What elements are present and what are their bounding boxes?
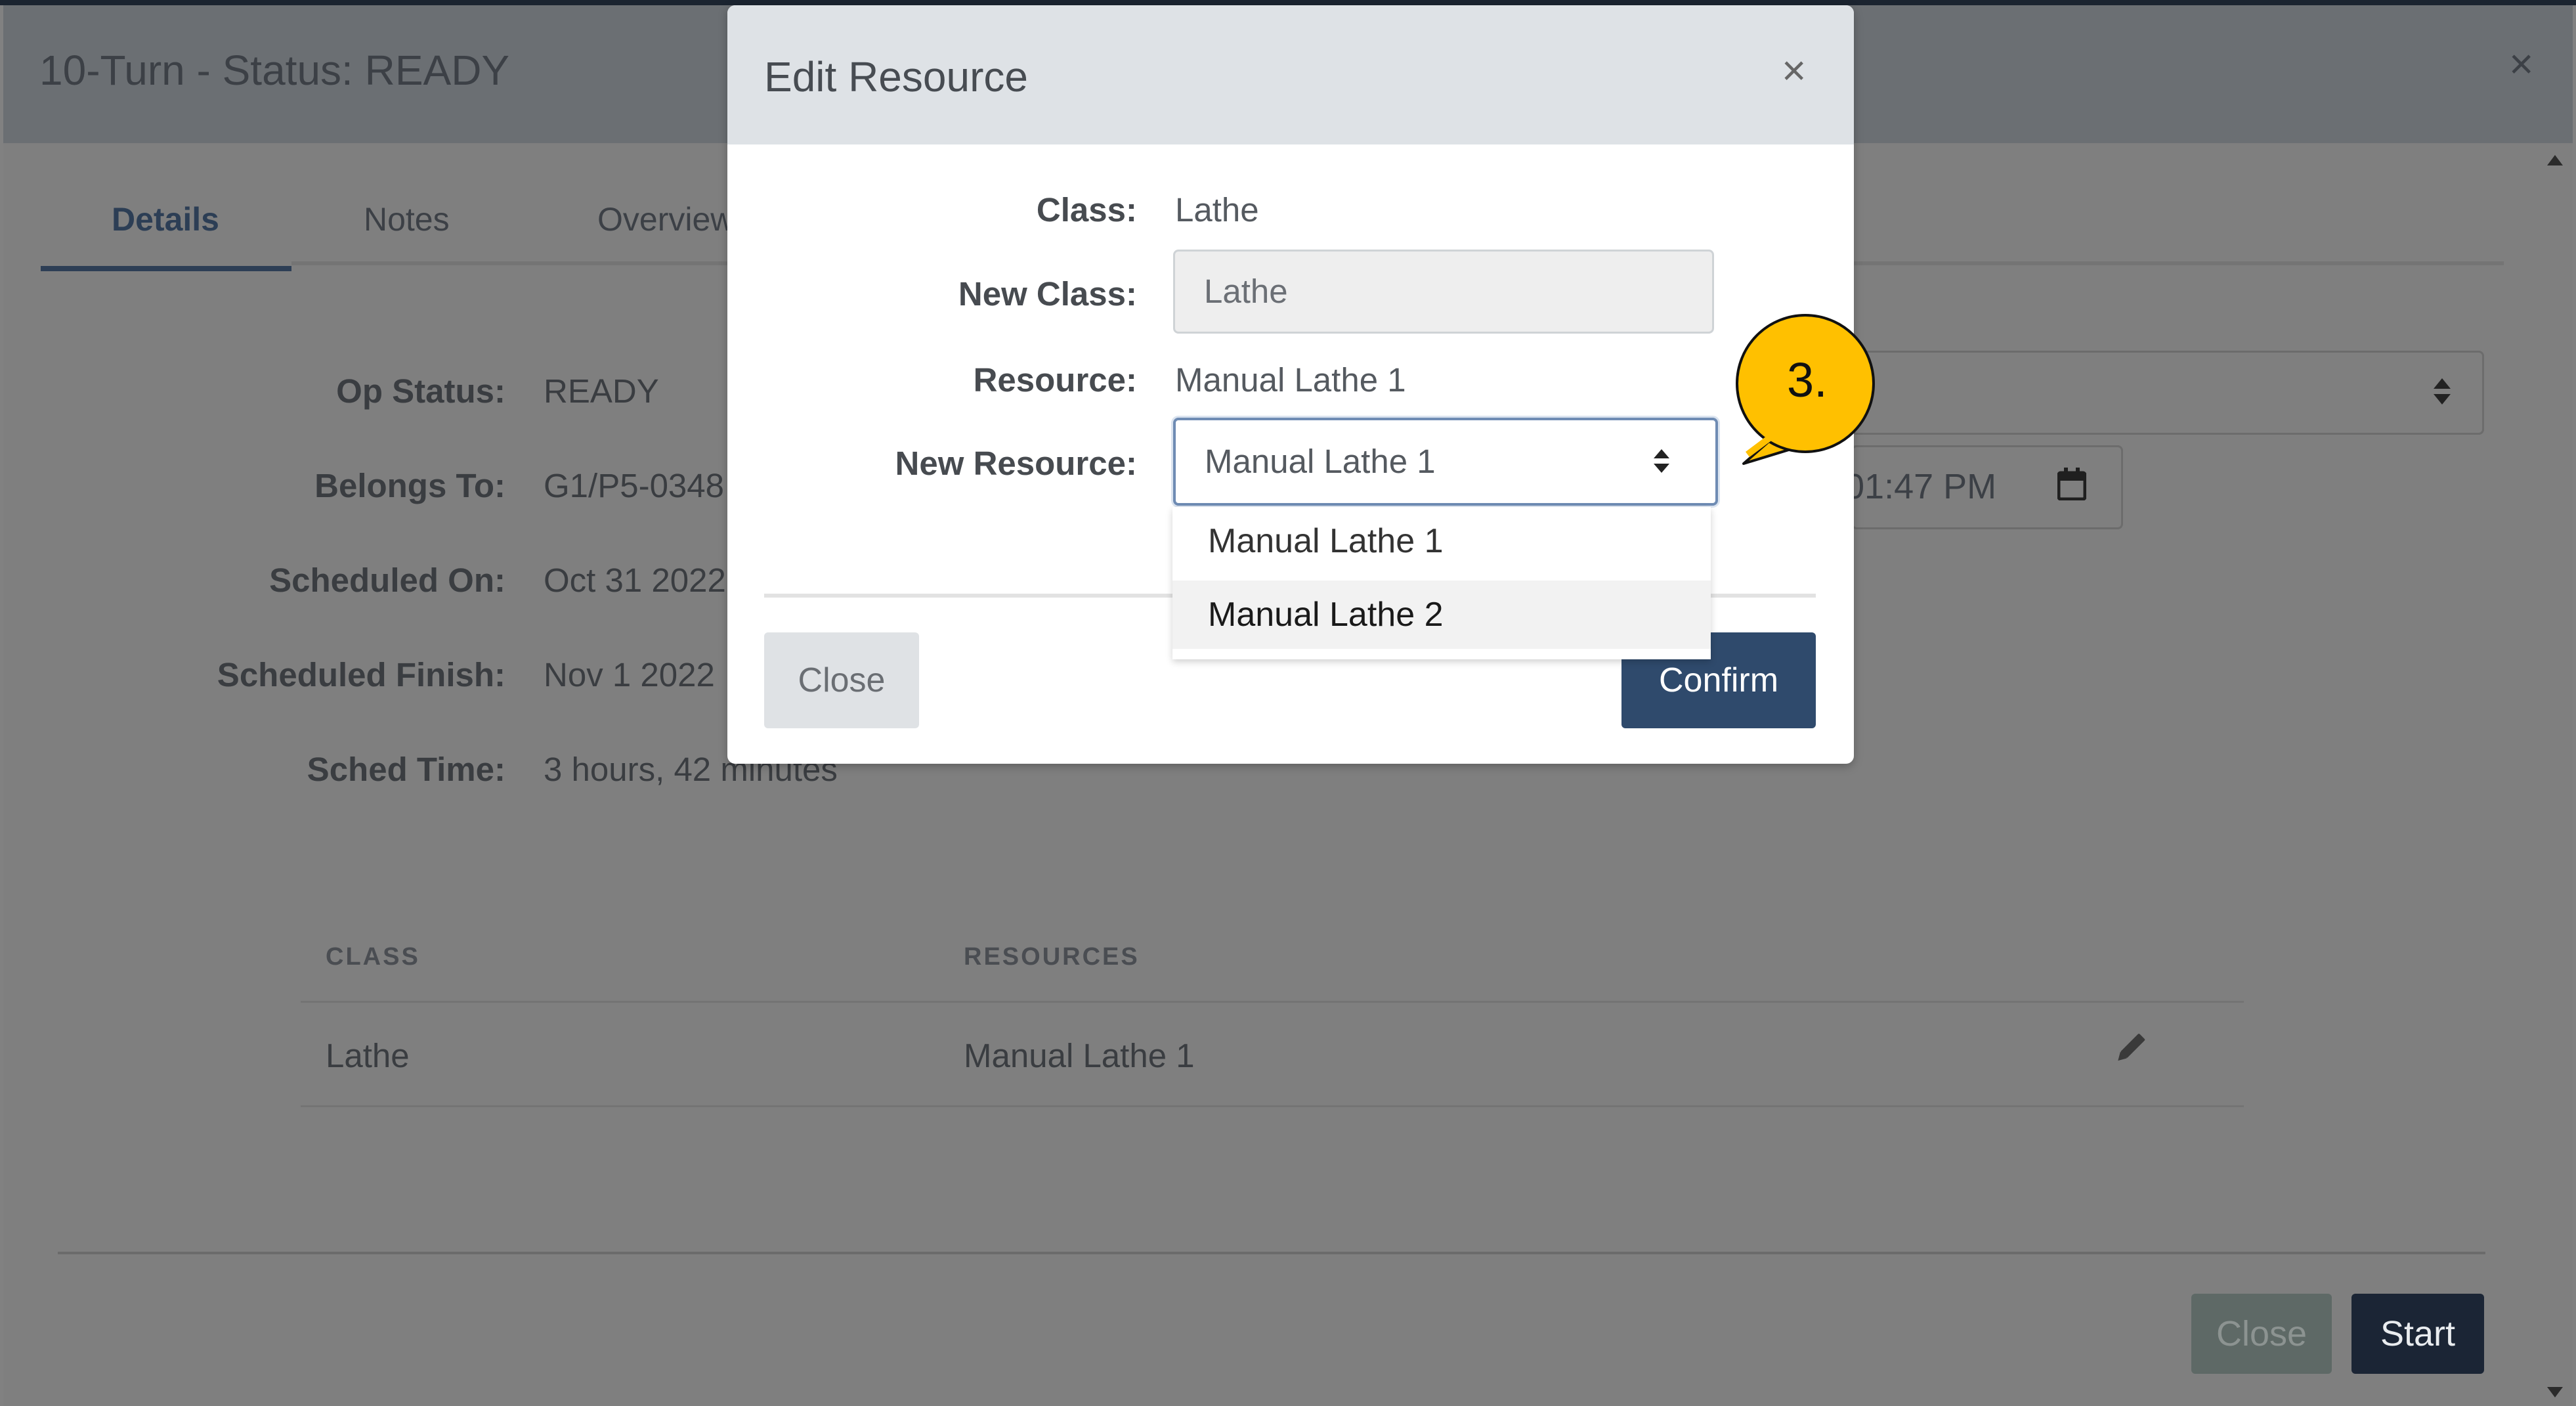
footer-divider <box>58 1252 2485 1254</box>
table-header-resources: RESOURCES <box>964 943 1140 971</box>
close-button[interactable]: Close <box>2191 1294 2332 1374</box>
table-header-divider <box>301 1001 2244 1003</box>
operation-modal-title: 10-Turn - Status: READY <box>39 47 510 94</box>
table-cell-class: Lathe <box>326 1037 410 1074</box>
new-resource-select[interactable]: Manual Lathe 1 <box>1173 418 1718 506</box>
pencil-icon[interactable] <box>2111 1030 2148 1066</box>
dropdown-option-manual-lathe-2[interactable]: Manual Lathe 2 <box>1172 581 1711 649</box>
class-label: Class: <box>1036 191 1137 229</box>
op-status-value: READY <box>544 372 659 410</box>
belongs-to-value: G1/P5-0348 <box>544 467 725 504</box>
select-arrows-icon <box>2432 376 2452 414</box>
scroll-up-arrow-icon[interactable] <box>2547 155 2563 165</box>
table-cell-resources: Manual Lathe 1 <box>964 1037 1195 1074</box>
scheduled-on-label: Scheduled On: <box>269 561 505 599</box>
resource-value: Manual Lathe 1 <box>1175 361 1406 399</box>
calendar-icon[interactable] <box>2057 468 2087 501</box>
scheduled-finish-value: Nov 1 2022 <box>544 656 715 693</box>
table-row-divider <box>301 1105 2244 1107</box>
scrollbar[interactable] <box>2537 143 2573 1406</box>
new-class-field: Lathe <box>1173 250 1714 334</box>
new-resource-label: New Resource: <box>895 445 1137 482</box>
step-callout <box>1736 314 1875 465</box>
dropdown-option-manual-lathe-1[interactable]: Manual Lathe 1 <box>1172 507 1711 575</box>
scroll-down-arrow-icon[interactable] <box>2547 1387 2563 1397</box>
tab-details[interactable]: Details <box>112 200 219 238</box>
browser-top-strip <box>0 0 2576 5</box>
select-arrows-icon <box>1652 445 1671 477</box>
dialog-close-button[interactable]: Close <box>764 632 919 728</box>
dialog-title: Edit Resource <box>764 53 1028 100</box>
start-button[interactable]: Start <box>2351 1294 2484 1374</box>
table-header-class: CLASS <box>326 943 420 971</box>
resource-dropdown-list: Manual Lathe 1 Manual Lathe 2 <box>1172 507 1711 659</box>
new-class-label: New Class: <box>958 275 1137 313</box>
dialog-close-icon[interactable]: × <box>1782 46 1806 95</box>
class-value: Lathe <box>1175 191 1259 229</box>
tab-active-indicator <box>41 266 291 271</box>
scheduled-on-value: Oct 31 2022 <box>544 561 726 599</box>
background-select[interactable] <box>1851 351 2484 435</box>
operation-modal-close-icon[interactable]: × <box>2509 39 2533 88</box>
tab-notes[interactable]: Notes <box>364 200 450 238</box>
resource-label: Resource: <box>973 361 1137 399</box>
scheduled-finish-label: Scheduled Finish: <box>217 656 505 693</box>
sched-time-label: Sched Time: <box>307 751 505 788</box>
step-callout-label: 3. <box>1787 353 1828 407</box>
op-status-label: Op Status: <box>336 372 505 410</box>
tab-overview[interactable]: Overview <box>597 200 734 238</box>
belongs-to-label: Belongs To: <box>314 467 505 504</box>
